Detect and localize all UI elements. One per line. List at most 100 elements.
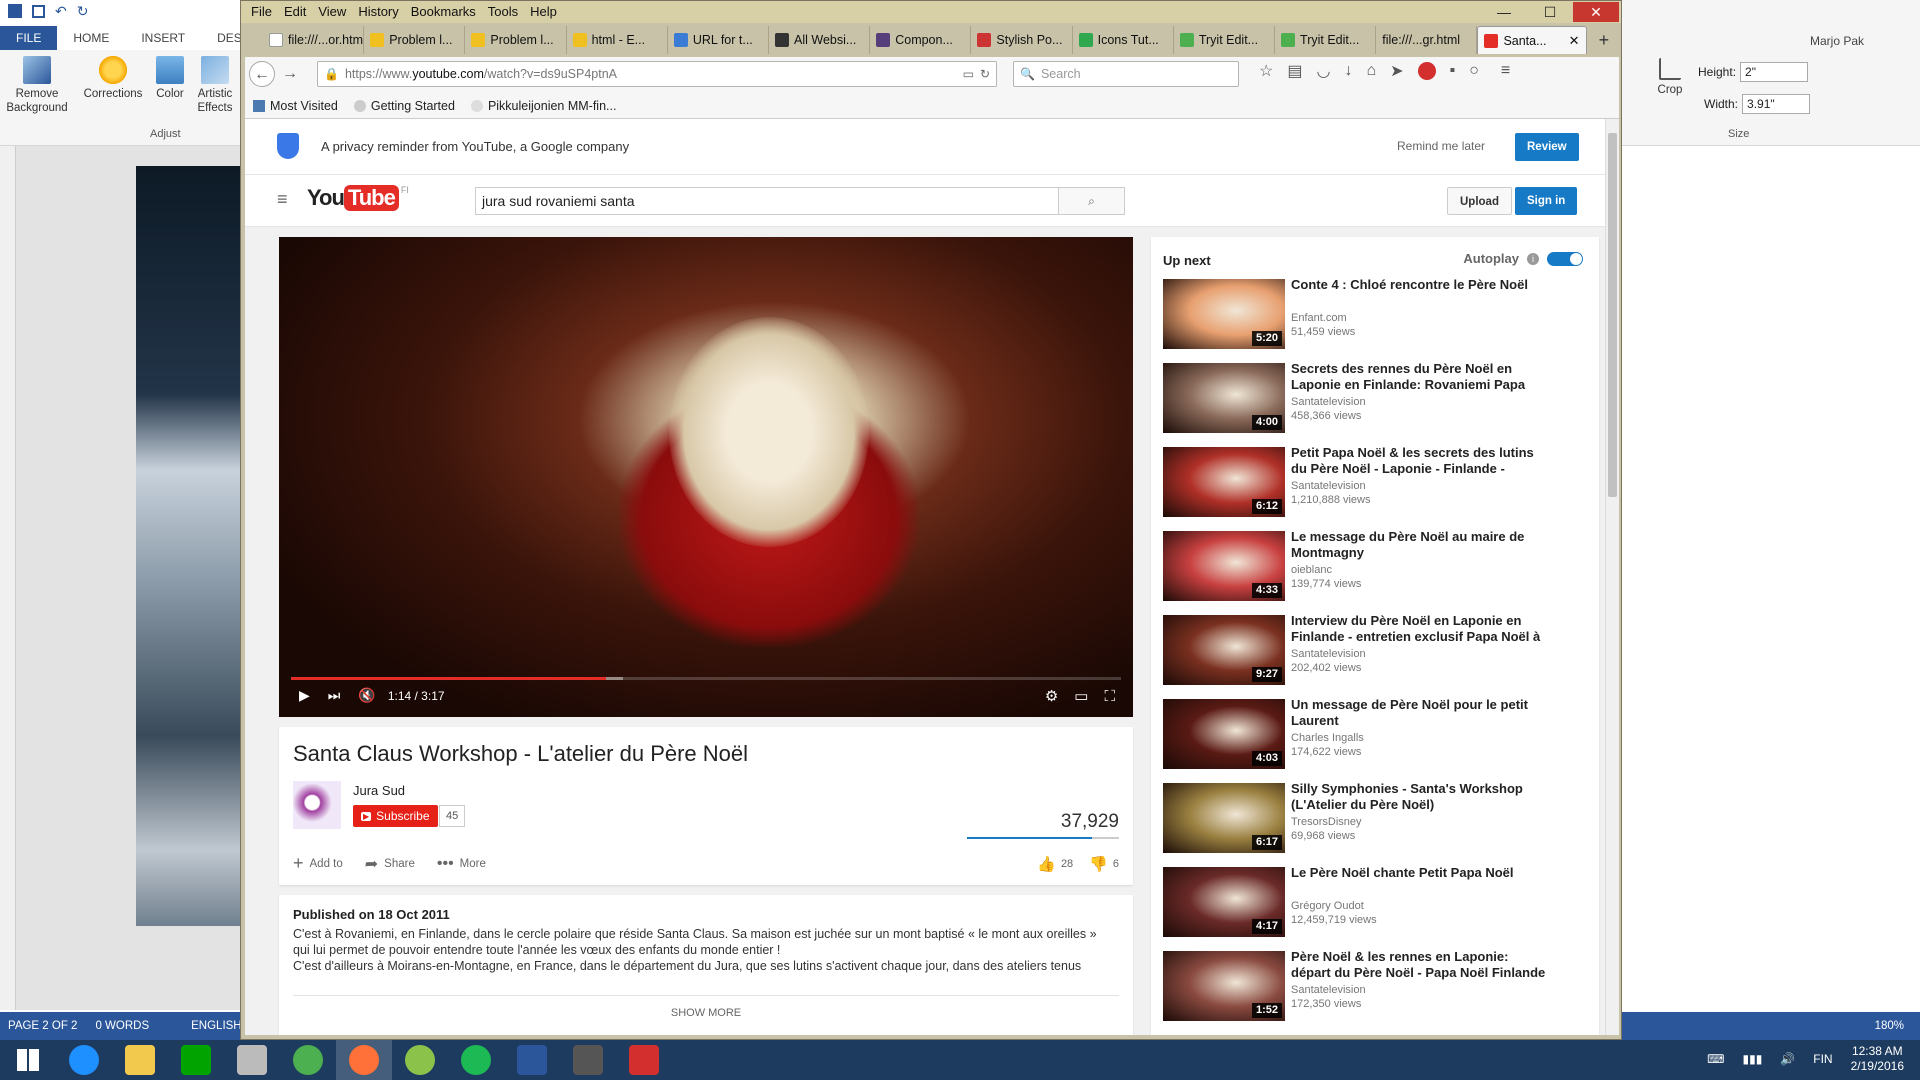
autoplay-toggle[interactable] (1547, 251, 1583, 266)
acrobat-taskbar-button[interactable] (616, 1040, 672, 1080)
picasa-taskbar-button[interactable] (392, 1040, 448, 1080)
browser-tab[interactable]: file:///...gr.html (1376, 26, 1478, 54)
youtube-search-input[interactable]: jura sud rovaniemi santa (476, 193, 1058, 209)
video-thumbnail[interactable]: 1:52 (1163, 951, 1285, 1021)
upload-button[interactable]: Upload (1447, 187, 1512, 215)
user-name[interactable]: Marjo Pak (1810, 34, 1864, 48)
chrome-taskbar-button[interactable] (280, 1040, 336, 1080)
recommendation-title[interactable]: Interview du Père Noël en Laponie en Fin… (1291, 613, 1551, 645)
crop-button[interactable]: Crop (1650, 58, 1690, 97)
maximize-button[interactable]: ☐ (1527, 2, 1573, 22)
info-icon[interactable]: i (1527, 252, 1539, 265)
hamburger-menu-icon[interactable]: ≡ (1501, 62, 1510, 80)
youtube-search-box[interactable]: jura sud rovaniemi santa ⌕ (475, 187, 1125, 215)
video-thumbnail[interactable]: 4:03 (1163, 699, 1285, 769)
bookmark-getting-started[interactable]: Getting Started (346, 99, 463, 113)
video-thumbnail[interactable]: 4:33 (1163, 531, 1285, 601)
recommendation-item[interactable]: 6:12 Petit Papa Noël & les secrets des lu… (1163, 445, 1583, 519)
subscribe-button[interactable]: ▶ Subscribe (353, 805, 438, 827)
play-icon[interactable]: ▶ (299, 687, 310, 704)
recommendation-item[interactable]: 1:52 Père Noël & les rennes en Laponie: d… (1163, 949, 1583, 1023)
volume-icon[interactable]: 🔊 (1780, 1052, 1795, 1066)
menu-edit[interactable]: Edit (278, 1, 312, 23)
zoom-level[interactable]: 180% (1875, 1020, 1904, 1032)
recommendation-item[interactable]: 4:17 Le Père Noël chante Petit Papa Noël G… (1163, 865, 1583, 939)
bookmark-most-visited[interactable]: Most Visited (245, 99, 346, 113)
remind-later-button[interactable]: Remind me later (1397, 139, 1485, 153)
color-button[interactable]: Color (150, 56, 190, 101)
recommendation-title[interactable]: Un message de Père Noël pour le petit La… (1291, 697, 1551, 729)
document-image[interactable] (136, 166, 240, 926)
adblock-icon[interactable] (1417, 62, 1436, 80)
share-button[interactable]: ➦ Share (365, 854, 415, 874)
bookmarks-menu-icon[interactable]: ▤ (1287, 61, 1302, 81)
recommendation-title[interactable]: Le message du Père Noël au maire de Mont… (1291, 529, 1551, 561)
guide-menu-icon[interactable]: ≡ (277, 189, 288, 210)
chat-icon[interactable]: ○ (1469, 62, 1479, 80)
recommendation-title[interactable]: Silly Symphonies - Santa's Workshop (L'A… (1291, 781, 1551, 813)
fullscreen-icon[interactable]: ⛶ (1104, 688, 1115, 705)
home-icon[interactable]: ⌂ (1366, 62, 1376, 80)
recommendation-item[interactable]: 5:20 Conte 4 : Chloé rencontre le Père No… (1163, 277, 1583, 351)
artistic-effects-button[interactable]: Artistic Effects (192, 56, 238, 115)
theater-mode-icon[interactable]: ▭ (1074, 687, 1088, 705)
menu-help[interactable]: Help (524, 1, 563, 23)
browser-tab[interactable]: All Websi... (769, 26, 871, 54)
new-tab-button[interactable]: + (1587, 30, 1622, 51)
word-taskbar-button[interactable] (504, 1040, 560, 1080)
spotify-taskbar-button[interactable] (448, 1040, 504, 1080)
review-button[interactable]: Review (1515, 133, 1579, 161)
redo-icon[interactable]: ↻ (77, 3, 89, 20)
browser-tab[interactable]: URL for t... (668, 26, 770, 54)
close-button[interactable]: ✕ (1573, 2, 1619, 22)
show-more-button[interactable]: SHOW MORE (279, 1007, 1133, 1019)
video-thumbnail[interactable]: 9:27 (1163, 615, 1285, 685)
back-button[interactable]: ← (249, 61, 275, 87)
video-thumbnail[interactable]: 6:17 (1163, 783, 1285, 853)
save-icon[interactable] (32, 4, 45, 18)
recommendation-title[interactable]: Le Père Noël chante Petit Papa Noël (1291, 865, 1551, 881)
firefox-taskbar-button[interactable] (336, 1040, 392, 1080)
recommendation-title[interactable]: Secrets des rennes du Père Noël en Lapon… (1291, 361, 1551, 393)
tab-file[interactable]: FILE (0, 26, 58, 50)
browser-tab[interactable]: Tryit Edit... (1275, 26, 1377, 54)
extension-icon[interactable]: ▪ (1450, 62, 1456, 80)
recommendation-item[interactable]: 4:33 Le message du Père Noël au maire de … (1163, 529, 1583, 603)
url-bar[interactable]: 🔒 https://www.youtube.com/watch?v=ds9uSP… (317, 61, 997, 87)
menu-file[interactable]: File (245, 1, 278, 23)
page-count[interactable]: PAGE 2 OF 2 (8, 1020, 77, 1032)
browser-tab[interactable]: Stylish Po... (971, 26, 1073, 54)
sign-in-button[interactable]: Sign in (1515, 187, 1578, 215)
reader-view-icon[interactable]: ▭ (963, 67, 974, 81)
menu-history[interactable]: History (352, 1, 404, 23)
page-scrollbar[interactable] (1605, 119, 1619, 1035)
browser-tab[interactable]: html - E... (567, 26, 668, 54)
recommendation-item[interactable]: 4:03 Un message de Père Noël pour le peti… (1163, 697, 1583, 771)
browser-tab[interactable]: Compon... (870, 26, 972, 54)
menu-tools[interactable]: Tools (482, 1, 524, 23)
progress-track[interactable] (291, 677, 1121, 680)
paint-taskbar-button[interactable] (224, 1040, 280, 1080)
dislike-button[interactable]: 👎 6 (1089, 855, 1119, 873)
corrections-button[interactable]: Corrections (80, 56, 146, 101)
browser-tab-active[interactable]: Santa... ✕ (1477, 26, 1587, 54)
store-taskbar-button[interactable] (168, 1040, 224, 1080)
tab-insert[interactable]: INSERT (125, 26, 201, 50)
language-indicator[interactable]: FIN (1813, 1052, 1832, 1066)
pocket-icon[interactable]: ◡ (1316, 61, 1330, 81)
keyboard-icon[interactable]: ⌨ (1707, 1052, 1724, 1066)
menu-bookmarks[interactable]: Bookmarks (405, 1, 482, 23)
video-thumbnail[interactable]: 4:00 (1163, 363, 1285, 433)
search-button-icon[interactable]: ⌕ (1058, 188, 1124, 214)
scrollbar-thumb[interactable] (1608, 133, 1617, 497)
clock[interactable]: 12:38 AM 2/19/2016 (1851, 1044, 1904, 1074)
channel-avatar[interactable] (293, 781, 341, 829)
undo-icon[interactable]: ↶ (55, 3, 67, 20)
recommendation-title[interactable]: Père Noël & les rennes en Laponie: dépar… (1291, 949, 1551, 981)
recommendation-item[interactable]: 4:00 Secrets des rennes du Père Noël en L… (1163, 361, 1583, 435)
tab-home[interactable]: HOME (57, 26, 125, 50)
recommendation-item[interactable]: 9:27 Interview du Père Noël en Laponie en… (1163, 613, 1583, 687)
browser-tab[interactable]: Problem l... (465, 26, 567, 54)
recommendation-title[interactable]: Conte 4 : Chloé rencontre le Père Noël (1291, 277, 1551, 293)
video-thumbnail[interactable]: 4:17 (1163, 867, 1285, 937)
